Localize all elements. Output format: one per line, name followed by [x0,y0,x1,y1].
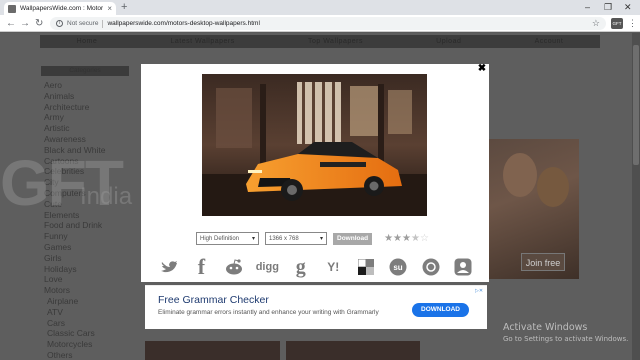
divider [102,19,104,28]
sidebar-subitem[interactable]: Cars [41,318,129,329]
sidebar-item[interactable]: Awareness [41,134,129,145]
sidebar-subitem[interactable]: ATV [41,307,129,318]
tab-strip: WallpapersWide.com : Motors W × + – ❐ ✕ [0,0,640,15]
chevron-down-icon: ▾ [319,236,323,242]
ad-title[interactable]: Free Grammar Checker [158,294,269,306]
car-wallpaper-image [202,74,427,216]
minimize-button[interactable]: – [585,1,590,14]
close-icon[interactable]: ✖ [477,64,487,74]
sidebar-item[interactable]: Army [41,112,129,123]
nav-top[interactable]: Top Wallpapers [308,38,363,45]
myspace-icon[interactable] [453,257,473,277]
top-navigation: Home Latest Wallpapers Top Wallpapers Up… [40,35,600,48]
activate-windows-watermark: Activate Windows Go to Settings to activ… [503,322,628,344]
page-scrollbar[interactable] [632,33,640,360]
resolution-select-value: 1366 x 768 [269,235,299,242]
digg-icon[interactable]: digg [256,257,279,277]
download-controls: High Definition ▾ 1366 x 768 ▾ Download … [196,232,429,245]
sidebar-item[interactable]: Architecture [41,102,129,113]
activate-text: Go to Settings to activate Windows. [503,335,629,343]
wallpaper-thumbnail[interactable] [145,341,280,360]
side-advert[interactable]: Join free [489,139,579,279]
nav-home[interactable]: Home [77,38,98,45]
sidebar-subitem[interactable]: Classic Cars [41,328,129,339]
channel-watermark-sub: India [80,183,133,210]
chevron-down-icon: ▾ [251,236,255,242]
refresh-icon[interactable] [421,257,441,277]
maximize-button[interactable]: ❐ [604,1,612,14]
google-icon[interactable]: g [291,256,311,278]
url-text[interactable]: wallpaperswide.com/motors-desktop-wallpa… [107,20,587,27]
yahoo-icon[interactable]: Y! [323,257,343,277]
resolution-select[interactable]: 1366 x 768 ▾ [265,232,327,245]
delicious-icon[interactable] [356,257,376,277]
share-icons: f digg g Y! su [159,254,473,279]
reload-button[interactable]: ↻ [35,16,43,31]
back-button[interactable]: ← [6,16,16,31]
ad-photo [537,167,569,207]
sidebar-item[interactable]: Games [41,242,129,253]
star-filled-icon[interactable]: ★★★ [384,233,411,244]
tab-title: WallpapersWide.com : Motors W [20,5,104,12]
star-empty-icon[interactable]: ☆ [420,233,429,244]
quality-select-value: High Definition [200,235,240,242]
nav-latest[interactable]: Latest Wallpapers [170,38,234,45]
twitter-icon[interactable] [159,257,179,277]
ad-download-button[interactable]: DOWNLOAD [412,303,469,317]
reddit-icon[interactable] [224,257,244,277]
close-window-button[interactable]: ✕ [624,1,632,14]
wallpaper-thumbnail[interactable] [285,341,420,360]
svg-text:su: su [393,263,402,272]
activate-title: Activate Windows [503,322,588,333]
security-label: Not secure [67,20,99,27]
browser-menu-icon[interactable]: ⋮ [628,17,637,30]
profile-avatar[interactable]: GFT [611,18,623,29]
sidebar-item[interactable]: Animals [41,91,129,102]
info-icon[interactable]: i [56,20,63,27]
sidebar-item[interactable]: Holidays [41,264,129,275]
quality-select[interactable]: High Definition ▾ [196,232,259,245]
sidebar-subitem[interactable]: Airplane [41,296,129,307]
tab-close-icon[interactable]: × [107,4,112,13]
ad-text: Eliminate grammar errors instantly and e… [158,309,379,316]
browser-tab[interactable]: WallpapersWide.com : Motors W × [4,2,116,15]
forward-button[interactable]: → [20,16,30,31]
thumbnail-row [145,341,420,360]
star-half-icon[interactable]: ★ [411,233,420,244]
scrollbar-thumb[interactable] [633,45,639,165]
bookmark-star-icon[interactable]: ☆ [592,18,600,29]
sidebar-subitem[interactable]: Motorcycles [41,339,129,350]
sidebar-item[interactable]: Love [41,274,129,285]
grammar-ad-banner[interactable]: Free Grammar Checker Eliminate grammar e… [145,285,487,329]
sidebar-subitem[interactable]: Others [41,350,129,360]
sidebar-heading: Categories [41,66,129,76]
browser-toolbar: ← → ↻ i Not secure wallpaperswide.com/mo… [0,15,640,32]
nav-account[interactable]: Account [535,38,564,45]
sidebar-item[interactable]: Food and Drink [41,220,129,231]
ad-photo [503,153,537,197]
nav-upload[interactable]: Upload [436,38,461,45]
sidebar-item[interactable]: Motors [41,285,129,296]
facebook-icon[interactable]: f [191,254,211,279]
new-tab-button[interactable]: + [121,1,127,14]
sidebar-item[interactable]: Girls [41,253,129,264]
wallpaper-preview[interactable] [202,74,427,216]
sidebar-item[interactable]: Funny [41,231,129,242]
join-free-button[interactable]: Join free [521,253,565,271]
ad-choices-icon[interactable]: ▷✕ [475,288,485,294]
stumbleupon-icon[interactable]: su [388,257,408,277]
sidebar-item[interactable]: Artistic [41,123,129,134]
address-bar[interactable]: i Not secure wallpaperswide.com/motors-d… [50,17,606,30]
rating-stars[interactable]: ★★★★☆ [384,233,429,245]
favicon-icon [8,4,16,13]
sidebar-item[interactable]: Aero [41,80,129,91]
download-button[interactable]: Download [333,232,373,245]
